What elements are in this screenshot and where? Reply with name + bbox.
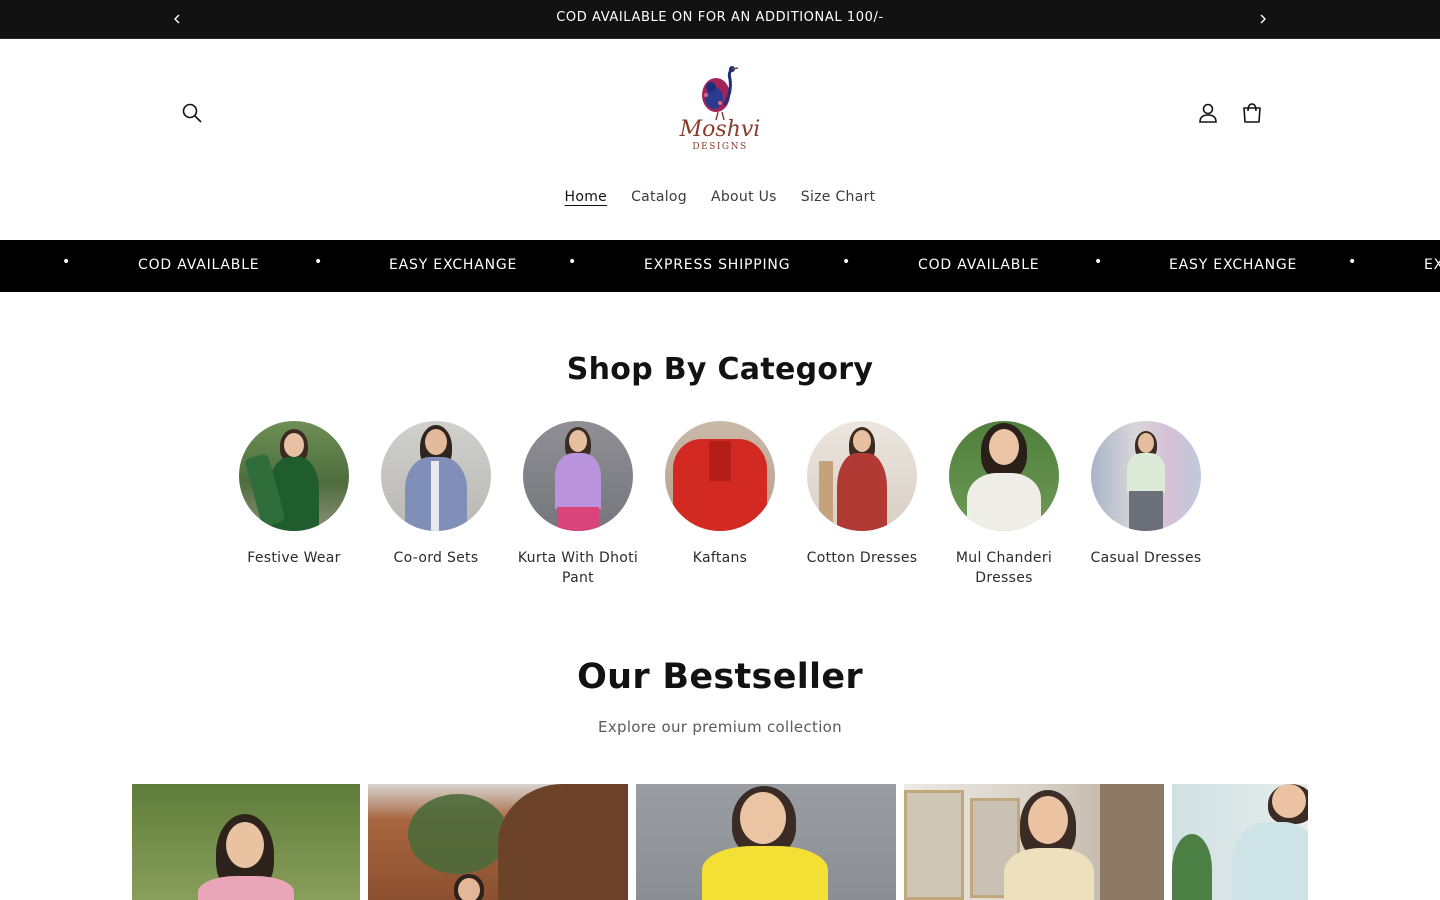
marquee-item: EXPRESS SHIPPING xyxy=(644,257,791,273)
product-card-3[interactable] xyxy=(636,784,896,900)
search-button[interactable] xyxy=(172,93,212,133)
bestseller-subtitle: Explore our premium collection xyxy=(598,718,842,736)
search-icon xyxy=(182,103,202,123)
peacock-logo-icon xyxy=(702,66,739,121)
category-label: Festive Wear xyxy=(247,550,341,566)
category-image xyxy=(665,421,775,531)
account-button[interactable] xyxy=(1188,93,1228,133)
announcement-bar: COD AVAILABLE ON FOR AN ADDITIONAL 100/- xyxy=(0,0,1440,39)
category-festive-wear[interactable]: Festive Wear xyxy=(229,421,359,568)
category-label: Mul Chanderi Dresses xyxy=(955,550,1053,586)
nav-catalog[interactable]: Catalog xyxy=(619,189,699,205)
site-logo[interactable]: Moshvi DESIGNS xyxy=(660,65,780,163)
category-image xyxy=(523,421,633,531)
main-nav: Home Catalog About Us Size Chart xyxy=(0,189,1440,205)
marquee-item: COD AVAILABLE xyxy=(138,257,260,273)
cart-button[interactable] xyxy=(1232,93,1272,133)
nav-home[interactable]: Home xyxy=(553,189,620,205)
category-image xyxy=(239,421,349,531)
product-card-5[interactable] xyxy=(1172,784,1308,900)
nav-about-us[interactable]: About Us xyxy=(699,189,789,205)
marquee-separator: • xyxy=(62,254,71,270)
marquee-separator: • xyxy=(568,254,577,270)
marquee-item: EASY EXCHANGE xyxy=(1169,257,1298,273)
category-label: Casual Dresses xyxy=(1090,550,1202,566)
logo-subtitle: DESIGNS xyxy=(692,142,748,152)
marquee-separator: • xyxy=(842,254,851,270)
announcement-next-button[interactable] xyxy=(1253,9,1273,29)
marquee-item: EX xyxy=(1424,257,1440,273)
announcement-text: COD AVAILABLE ON FOR AN ADDITIONAL 100/- xyxy=(556,10,884,25)
category-label: Cotton Dresses xyxy=(806,550,918,566)
nav-size-chart[interactable]: Size Chart xyxy=(789,189,888,205)
marquee-item: EASY EXCHANGE xyxy=(389,257,518,273)
marquee-separator: • xyxy=(1094,254,1103,270)
marquee-item: COD AVAILABLE xyxy=(918,257,1040,273)
category-co-ord-sets[interactable]: Co-ord Sets xyxy=(371,421,501,568)
marquee-track: • COD AVAILABLE • EASY EXCHANGE • EXPRES… xyxy=(0,240,1440,292)
product-card-1[interactable] xyxy=(132,784,360,900)
marquee-separator: • xyxy=(314,254,323,270)
bestseller-product-list xyxy=(132,784,1308,900)
category-list: Festive Wear Co-ord Sets Kurta With Dhot… xyxy=(0,421,1440,601)
account-icon xyxy=(1199,103,1217,123)
category-kaftans[interactable]: Kaftans xyxy=(655,421,785,568)
category-label: Co-ord Sets xyxy=(393,550,479,566)
product-card-2[interactable] xyxy=(368,784,628,900)
category-casual-dresses[interactable]: Casual Dresses xyxy=(1081,421,1211,568)
cart-icon xyxy=(1243,103,1261,123)
category-mul-chanderi-dresses[interactable]: Mul Chanderi Dresses xyxy=(939,421,1069,588)
category-label: Kaftans xyxy=(692,550,748,566)
category-image xyxy=(1091,421,1201,531)
category-label: Kurta With Dhoti Pant xyxy=(517,550,639,586)
feature-marquee: • COD AVAILABLE • EASY EXCHANGE • EXPRES… xyxy=(0,240,1440,292)
marquee-separator: • xyxy=(1348,254,1357,270)
chevron-right-icon xyxy=(1260,14,1266,24)
product-card-4[interactable] xyxy=(904,784,1164,900)
bestseller-title: Our Bestseller xyxy=(577,657,863,697)
site-header: Moshvi DESIGNS Home Catalog About Us Siz… xyxy=(0,39,1440,240)
logo-name: Moshvi xyxy=(679,117,761,142)
category-image xyxy=(381,421,491,531)
category-kurta-with-dhoti-pant[interactable]: Kurta With Dhoti Pant xyxy=(513,421,643,588)
category-section-title: Shop By Category xyxy=(566,352,874,387)
category-image xyxy=(807,421,917,531)
category-cotton-dresses[interactable]: Cotton Dresses xyxy=(797,421,927,568)
category-image xyxy=(949,421,1059,531)
